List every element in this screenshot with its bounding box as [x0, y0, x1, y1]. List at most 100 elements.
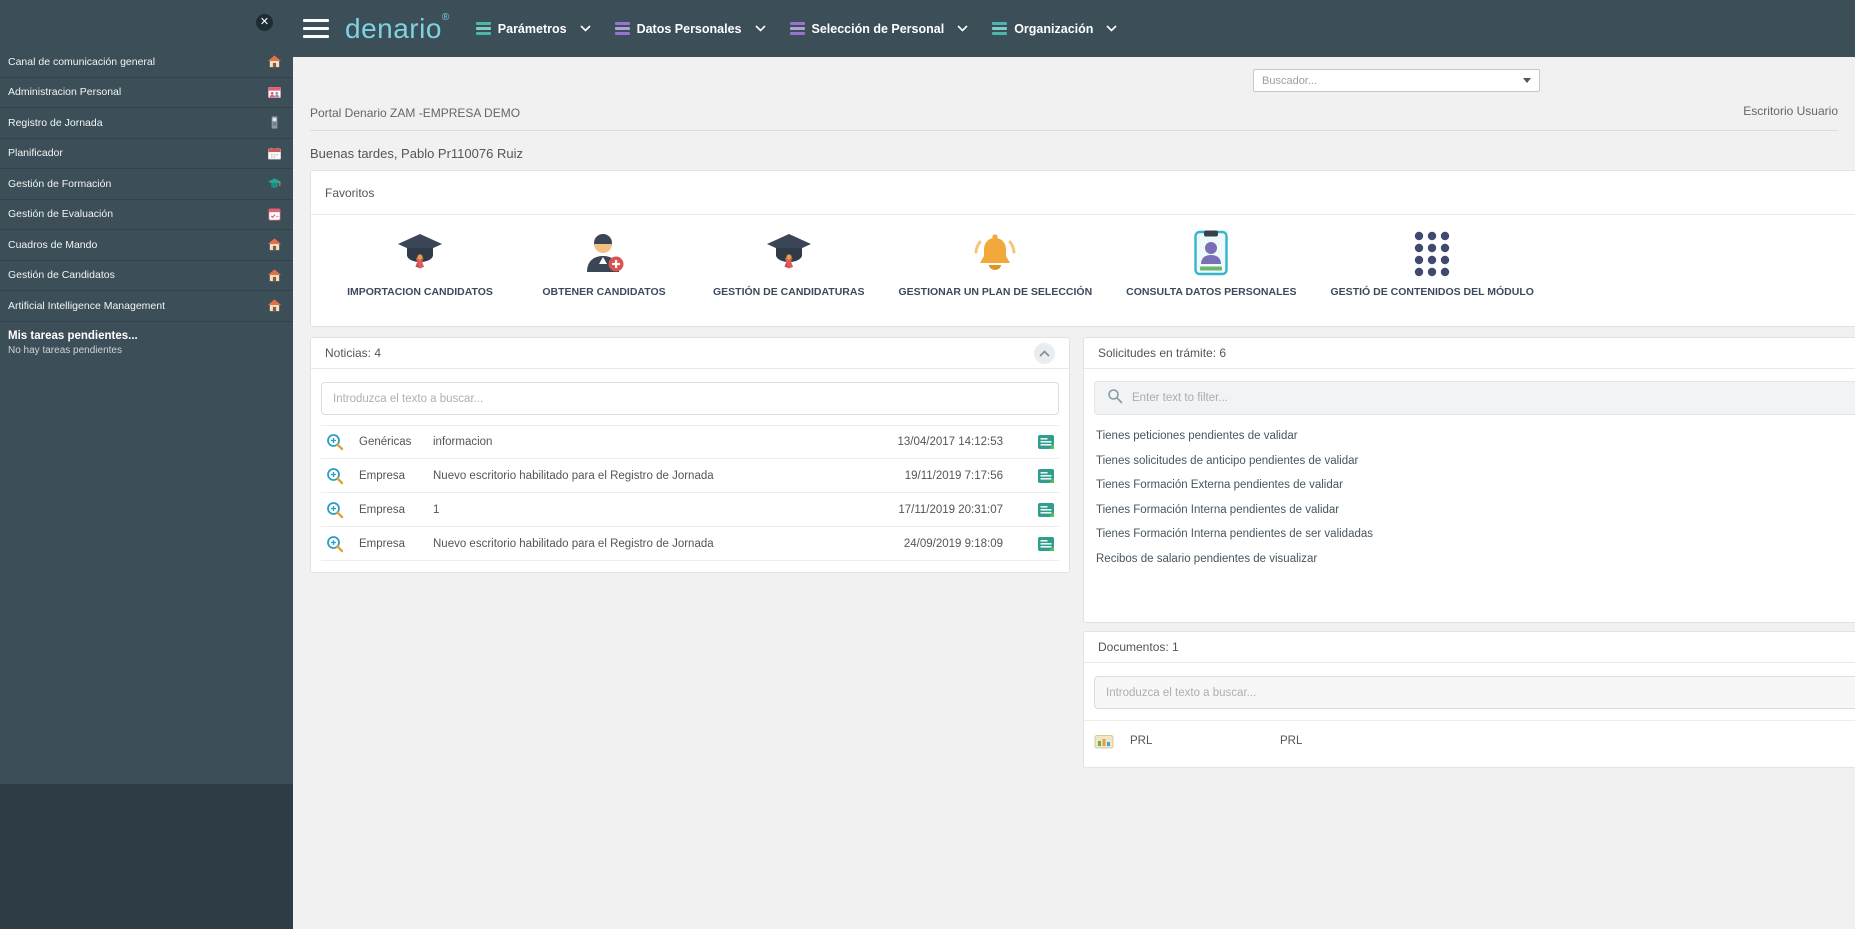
chevron-down-icon[interactable]	[580, 25, 591, 32]
sidebar-item-label: Administracion Personal	[8, 86, 122, 99]
sidebar-item-gestion-formacion[interactable]: Gestión de Formación	[0, 169, 293, 200]
pending-tasks-section: Mis tareas pendientes... No hay tareas p…	[0, 322, 293, 356]
favorites-title: Favoritos	[325, 185, 375, 200]
document-name: PRL	[1130, 735, 1153, 747]
sidebar: ✕ Canal de comunicación general Administ…	[0, 0, 293, 929]
table-row[interactable]: Genéricas informacion 13/04/2017 14:12:5…	[321, 425, 1059, 459]
sidebar-item-label: Artificial Intelligence Management	[8, 299, 165, 312]
house-icon	[267, 298, 283, 314]
sidebar-item-registro-jornada[interactable]: Registro de Jornada	[0, 108, 293, 139]
chevron-down-icon[interactable]	[754, 25, 766, 32]
denario-logo[interactable]: denario®	[345, 12, 450, 45]
news-read-icon[interactable]	[1003, 535, 1059, 553]
people-card-icon	[267, 84, 283, 100]
zoom-icon[interactable]	[321, 433, 359, 451]
news-category: Empresa	[359, 537, 406, 550]
sidebar-item-label: Canal de comunicación general	[8, 55, 156, 68]
sidebar-item-administracion-personal[interactable]: Administracion Personal	[0, 78, 293, 108]
solicitud-item[interactable]: Tienes solicitudes de anticipo pendiente…	[1096, 449, 1855, 474]
table-row[interactable]: PRL PRL	[1084, 720, 1855, 761]
zoom-icon[interactable]	[321, 501, 359, 519]
main-content: Portal Denario ZAM -EMPRESA DEMO Escrito…	[293, 57, 1855, 929]
solicitud-item[interactable]: Tienes Formación Externa pendientes de v…	[1096, 473, 1855, 498]
escritorio-usuario-link[interactable]: Escritorio Usuario	[1743, 104, 1838, 118]
news-text: 1	[433, 503, 440, 516]
sidebar-item-label: Planificador	[8, 147, 63, 160]
news-read-icon[interactable]	[1003, 433, 1059, 451]
noticias-table: Genéricas informacion 13/04/2017 14:12:5…	[321, 425, 1059, 561]
news-read-icon[interactable]	[1003, 501, 1059, 519]
noticias-search-input[interactable]	[321, 382, 1059, 415]
chevron-down-icon[interactable]	[1515, 78, 1539, 83]
menu-seleccion-personal[interactable]: Selección de Personal	[789, 22, 969, 36]
menu-parametros[interactable]: Parámetros	[475, 22, 591, 36]
favorite-consulta-datos-personales[interactable]: CONSULTA DATOS PERSONALES	[1126, 223, 1297, 298]
favorite-importacion-candidatos[interactable]: IMPORTACION CANDIDATOS	[345, 223, 495, 298]
sidebar-item-label: Registro de Jornada	[8, 116, 103, 129]
news-datetime: 13/04/2017 14:12:53	[897, 436, 1003, 448]
news-category: Empresa	[359, 503, 406, 516]
favorite-gestionar-plan-seleccion[interactable]: GESTIONAR UN PLAN DE SELECCIÓN	[898, 223, 1092, 298]
list-icon	[789, 22, 805, 35]
close-icon[interactable]: ✕	[256, 14, 273, 31]
sidebar-item-label: Gestión de Candidatos	[8, 269, 115, 282]
documentos-card: Documentos: 1 PRL PRL	[1083, 631, 1855, 768]
house-icon	[267, 237, 283, 253]
table-row[interactable]: Empresa Nuevo escritorio habilitado para…	[321, 459, 1059, 493]
solicitud-item[interactable]: Recibos de salario pendientes de visuali…	[1096, 547, 1855, 572]
sidebar-item-canal-comunicacion[interactable]: Canal de comunicación general	[0, 47, 293, 78]
collapse-icon[interactable]	[1034, 342, 1055, 364]
zoom-icon[interactable]	[321, 535, 359, 553]
list-icon	[475, 22, 491, 35]
bell-icon	[971, 223, 1019, 283]
pending-tasks-empty-text: No hay tareas pendientes	[8, 344, 122, 356]
solicitud-item[interactable]: Tienes Formación Interna pendientes de s…	[1096, 522, 1855, 547]
favorite-obtener-candidatos[interactable]: OBTENER CANDIDATOS	[529, 223, 679, 298]
news-category: Genéricas	[359, 436, 412, 448]
news-datetime: 19/11/2019 7:17:56	[904, 469, 1003, 482]
person-add-icon	[582, 223, 626, 283]
chevron-down-icon[interactable]	[1106, 25, 1117, 32]
news-datetime: 24/09/2019 9:18:09	[903, 537, 1003, 550]
solicitudes-filter-input[interactable]	[1132, 392, 1855, 404]
graduation-cap-icon	[397, 223, 443, 283]
search-icon	[1107, 388, 1123, 409]
news-text: Nuevo escritorio habilitado para el Regi…	[433, 469, 714, 482]
topbar: denario® Parámetros Datos Personales Sel…	[293, 0, 1855, 57]
sidebar-item-planificador[interactable]: Planificador	[0, 139, 293, 169]
hamburger-menu-icon[interactable]	[303, 19, 329, 38]
documentos-search-input[interactable]	[1094, 676, 1855, 709]
search-input[interactable]	[1254, 74, 1515, 87]
sidebar-item-ai-management[interactable]: Artificial Intelligence Management	[0, 291, 293, 322]
id-card-icon	[1194, 223, 1229, 283]
table-row[interactable]: Empresa Nuevo escritorio habilitado para…	[321, 527, 1059, 561]
sidebar-item-gestion-evaluacion[interactable]: Gestión de Evaluación	[0, 200, 293, 230]
news-datetime: 17/11/2019 20:31:07	[898, 503, 1003, 516]
favorite-gestion-candidaturas[interactable]: GESTIÓN DE CANDIDATURAS	[713, 223, 864, 298]
sidebar-footer	[0, 784, 293, 929]
favorite-gestio-contenidos-modulo[interactable]: GESTIÓ DE CONTENIDOS DEL MÓDULO	[1331, 223, 1534, 298]
sidebar-item-label: Gestión de Formación	[8, 177, 112, 190]
news-read-icon[interactable]	[1003, 467, 1059, 485]
favorites-card: Favoritos IMPORTACION CANDIDATOS OBTENER…	[310, 170, 1855, 327]
solicitud-item[interactable]: Tienes Formación Interna pendientes de v…	[1096, 498, 1855, 523]
news-category: Empresa	[359, 469, 406, 482]
breadcrumb-row: Portal Denario ZAM -EMPRESA DEMO Escrito…	[310, 104, 1838, 131]
sidebar-item-gestion-candidatos[interactable]: Gestión de Candidatos	[0, 261, 293, 291]
news-text: Nuevo escritorio habilitado para el Regi…	[433, 537, 714, 550]
greeting: Buenas tardes, Pablo Pr110076 Ruiz	[310, 146, 523, 161]
menu-datos-personales[interactable]: Datos Personales	[614, 22, 766, 36]
graduation-cap-icon	[766, 223, 812, 283]
time-clock-icon	[267, 115, 283, 131]
house-icon	[267, 54, 283, 70]
menu-organizacion[interactable]: Organización	[992, 22, 1117, 36]
top-menu: Parámetros Datos Personales Selección de…	[475, 22, 1142, 36]
sidebar-item-cuadros-mando[interactable]: Cuadros de Mando	[0, 230, 293, 261]
grid-dots-icon	[1412, 223, 1452, 283]
table-row[interactable]: Empresa 1 17/11/2019 20:31:07	[321, 493, 1059, 527]
document-description: PRL	[1280, 735, 1303, 747]
zoom-icon[interactable]	[321, 467, 359, 485]
chevron-down-icon[interactable]	[957, 25, 968, 32]
solicitud-item[interactable]: Tienes peticiones pendientes de validar	[1096, 424, 1855, 449]
documentos-title: Documentos: 1	[1098, 640, 1179, 654]
